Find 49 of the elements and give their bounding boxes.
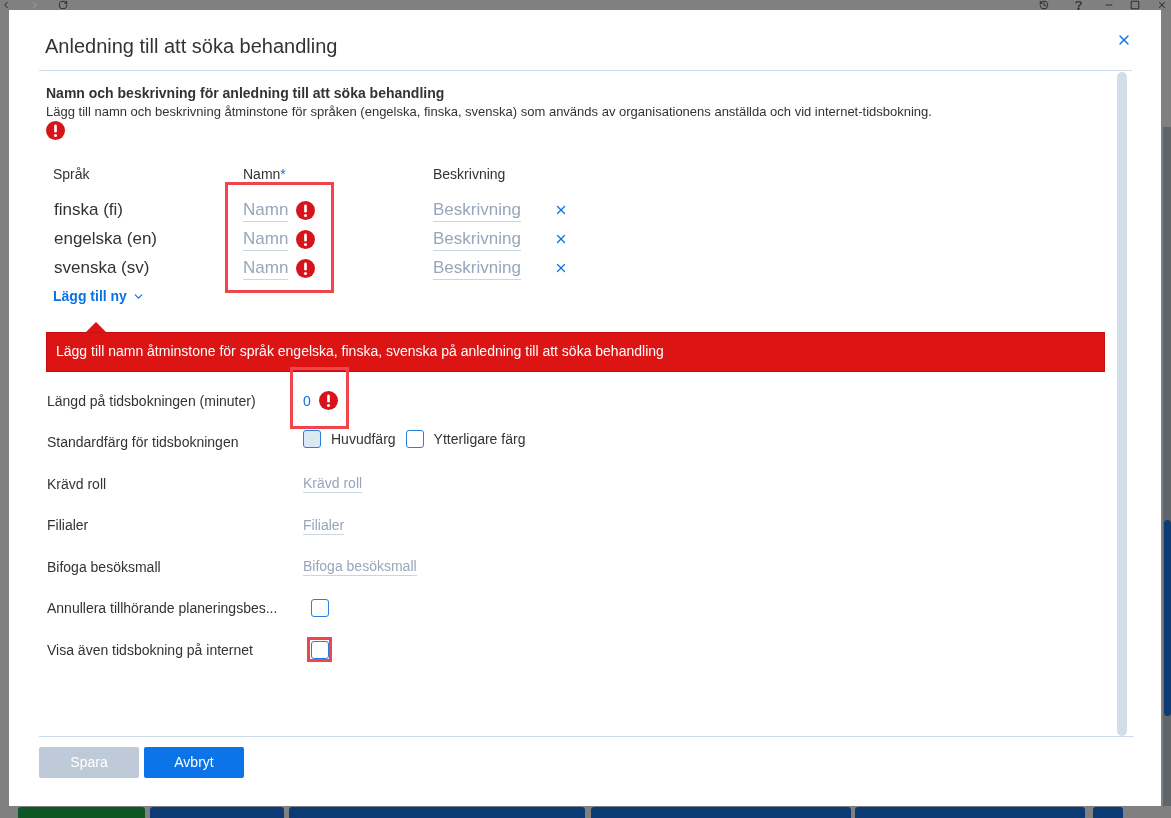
language-label: engelska (en) <box>53 228 157 250</box>
remove-row-button[interactable] <box>554 232 568 246</box>
description-field[interactable]: Beskrivning <box>433 198 521 222</box>
checkbox[interactable] <box>311 599 329 618</box>
scrollbar-track[interactable] <box>1163 127 1171 806</box>
description-field[interactable]: Beskrivning <box>433 227 521 251</box>
swatch-label: Ytterligare färg <box>433 429 526 449</box>
language-label: svenska (sv) <box>53 257 150 279</box>
field-label: Annullera tillhörande planeringsbes... <box>46 599 279 619</box>
picker-field[interactable]: Krävd roll <box>303 474 363 494</box>
close-icon <box>554 203 568 217</box>
help-icon[interactable] <box>1075 0 1082 10</box>
field-label: Standardfärg för tidsbokningen <box>46 433 240 453</box>
field-label: Filialer <box>46 516 90 536</box>
name-field[interactable]: Namn <box>243 227 289 251</box>
picker-field[interactable]: Bifoga besöksmall <box>303 557 417 577</box>
field-label: Bifoga besöksmall <box>46 557 162 577</box>
duration-value[interactable]: 0 <box>303 390 311 411</box>
name-field[interactable]: Namn <box>243 198 289 222</box>
section-heading: Namn och beskrivning för anledning till att söka behandling <box>46 84 446 103</box>
dialog-title: Anledning till att söka behandling <box>45 34 338 59</box>
color-swatch-icon[interactable] <box>405 430 424 449</box>
add-new-button[interactable]: Lägg till ny <box>53 285 145 307</box>
field-label: Visa även tidsbokning på internet <box>46 640 254 660</box>
close-icon <box>554 261 568 275</box>
remove-row-button[interactable] <box>554 203 568 217</box>
error-tooltip: Lägg till namn åtminstone för språk engelska, finska, svenska på anledning till att söka behandling <box>46 321 1105 372</box>
language-label: finska (fi) <box>53 199 123 221</box>
close-icon[interactable] <box>1157 0 1167 10</box>
field-label: Krävd roll <box>46 474 108 494</box>
swatch-label: Huvudfärg <box>331 429 396 449</box>
scrollbar-thumb[interactable] <box>1163 520 1171 716</box>
back-icon[interactable] <box>1 0 11 10</box>
picker-field[interactable]: Filialer <box>303 515 345 535</box>
scrollbar-thumb[interactable] <box>1117 72 1127 736</box>
section-description: Lägg till namn och beskrivning åtminstone för språken (engelska, finska, svenska) som används av organisationens anställda och vid internet-tidsbokning. <box>46 103 933 121</box>
column-header: Beskrivning <box>433 165 506 184</box>
column-header: Namn* <box>243 165 286 184</box>
maximize-icon[interactable] <box>1130 0 1140 10</box>
history-icon[interactable] <box>1039 0 1049 10</box>
refresh-icon[interactable] <box>58 0 68 10</box>
column-header: Språk <box>53 165 90 184</box>
name-field[interactable]: Namn <box>243 256 289 280</box>
field-label: Längd på tidsbokningen (minuter) <box>46 391 257 411</box>
color-swatch-icon[interactable] <box>303 430 321 449</box>
close-icon <box>554 232 568 246</box>
description-field[interactable]: Beskrivning <box>433 256 521 280</box>
dialog-button[interactable]: Avbryt <box>144 747 244 778</box>
remove-row-button[interactable] <box>554 261 568 275</box>
